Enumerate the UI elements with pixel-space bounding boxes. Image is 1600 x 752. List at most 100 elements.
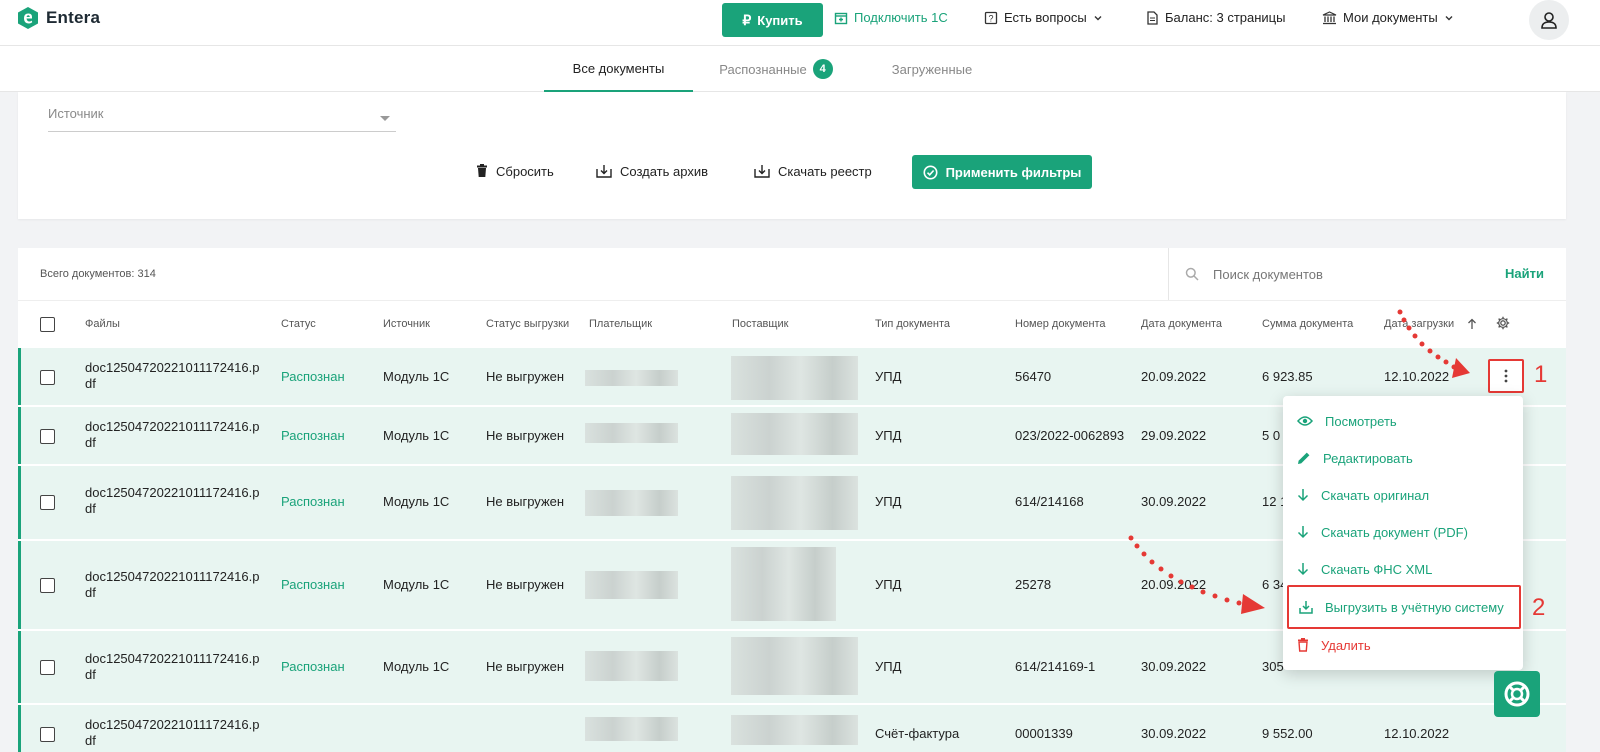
arrow-down-icon xyxy=(1297,563,1309,576)
file-name[interactable]: doc12504720221011172416.pdf xyxy=(85,485,260,517)
column-header[interactable]: Файлы xyxy=(85,318,120,330)
create-archive-button[interactable]: Создать архив xyxy=(596,154,708,188)
file-name[interactable]: doc12504720221011172416.pdf xyxy=(85,569,260,601)
reset-button[interactable]: Сбросить xyxy=(476,154,554,188)
file-name[interactable]: doc12504720221011172416.pdf xyxy=(85,360,260,392)
menu-item-view[interactable]: Посмотреть xyxy=(1297,404,1523,438)
type-cell: УПД xyxy=(875,369,902,384)
balance-link[interactable]: Баланс: 3 страницы xyxy=(1146,10,1285,25)
menu-item-label: Удалить xyxy=(1321,637,1371,653)
trash-icon xyxy=(1298,638,1308,652)
menu-item-download-xml[interactable]: Скачать ФНС XML xyxy=(1297,552,1523,586)
more-vertical-icon xyxy=(1504,369,1508,383)
export-status-cell: Не выгружен xyxy=(486,577,565,592)
supplier-redacted xyxy=(731,547,836,621)
download-registry-button[interactable]: Скачать реестр xyxy=(754,154,872,188)
menu-item-download-original[interactable]: Скачать оригинал xyxy=(1297,478,1523,512)
row-actions-menu: Посмотреть Редактировать Скачать оригина… xyxy=(1283,396,1523,670)
menu-item-label: Редактировать xyxy=(1323,450,1413,466)
menu-item-label: Скачать оригинал xyxy=(1321,487,1430,503)
source-cell: Модуль 1С xyxy=(383,659,450,674)
table-header: Файлы Статус Источник Статус выгрузки Пл… xyxy=(18,300,1566,347)
date-cell: 30.09.2022 xyxy=(1141,726,1207,741)
export-status-cell: Не выгружен xyxy=(486,494,565,509)
source-cell: Модуль 1С xyxy=(383,369,450,384)
payer-redacted xyxy=(585,423,678,443)
row-checkbox[interactable] xyxy=(40,495,55,510)
file-name[interactable]: doc12504720221011172416.pdf xyxy=(85,651,260,683)
column-header[interactable]: Поставщик xyxy=(732,318,788,330)
column-header[interactable]: Тип документа xyxy=(875,318,950,330)
source-select[interactable]: Источник xyxy=(48,102,396,132)
column-header[interactable]: Статус xyxy=(281,318,316,330)
arrow-down-icon xyxy=(1297,489,1309,502)
search-bar: Найти xyxy=(1168,248,1566,300)
file-name[interactable]: doc12504720221011172416.pdf xyxy=(85,717,260,749)
export-status-cell: Не выгружен xyxy=(486,428,565,443)
menu-item-download-pdf[interactable]: Скачать документ (PDF) xyxy=(1297,515,1523,549)
column-header[interactable]: Статус выгрузки xyxy=(486,318,569,330)
tab-label: Все документы xyxy=(572,60,665,76)
chevron-down-icon xyxy=(1094,15,1102,20)
connect-1c-label: Подключить 1С xyxy=(854,10,948,25)
supplier-redacted xyxy=(731,637,858,695)
type-cell: УПД xyxy=(875,428,902,443)
payer-redacted xyxy=(585,490,678,516)
total-count: Всего документов: 314 xyxy=(40,268,156,280)
type-cell: УПД xyxy=(875,577,902,592)
buy-button[interactable]: ₽ Купить xyxy=(722,3,823,37)
entera-logo-icon xyxy=(18,7,38,29)
user-avatar[interactable] xyxy=(1529,0,1569,40)
user-icon xyxy=(1541,12,1557,29)
menu-item-export-to-accounting[interactable]: Выгрузить в учётную систему xyxy=(1287,585,1521,629)
sum-cell: 5 0 xyxy=(1262,428,1281,443)
tab-recognized[interactable]: Распознанные 4 xyxy=(706,46,846,92)
search-button[interactable]: Найти xyxy=(1505,266,1544,281)
my-documents-menu[interactable]: Мои документы xyxy=(1322,10,1454,25)
download-tray-icon xyxy=(754,165,770,178)
menu-item-edit[interactable]: Редактировать xyxy=(1297,441,1523,475)
questions-menu[interactable]: ? Есть вопросы xyxy=(984,10,1103,25)
column-header[interactable]: Номер документа xyxy=(1015,318,1106,330)
row-checkbox[interactable] xyxy=(40,429,55,444)
questions-label: Есть вопросы xyxy=(1004,10,1087,25)
balance-label: Баланс: 3 страницы xyxy=(1165,10,1286,25)
number-cell: 56470 xyxy=(1015,369,1052,384)
create-archive-label: Создать архив xyxy=(620,163,708,179)
select-all-checkbox[interactable] xyxy=(40,317,55,332)
apply-filters-button[interactable]: Применить фильтры xyxy=(912,155,1092,189)
export-status-cell: Не выгружен xyxy=(486,659,565,674)
file-name[interactable]: doc12504720221011172416.pdf xyxy=(85,419,260,451)
date-cell: 30.09.2022 xyxy=(1141,659,1207,674)
row-checkbox[interactable] xyxy=(40,660,55,675)
status-cell: Распознан xyxy=(281,428,345,443)
tab-uploaded[interactable]: Загруженные xyxy=(880,46,984,92)
table-row[interactable]: doc12504720221011172416.pdf Счёт-фактура… xyxy=(18,704,1566,752)
gear-icon[interactable] xyxy=(1496,316,1510,330)
trash-icon xyxy=(477,164,487,177)
supplier-redacted xyxy=(731,413,858,455)
menu-item-label: Выгрузить в учётную систему xyxy=(1325,599,1504,615)
column-header[interactable]: Источник xyxy=(383,318,430,330)
number-cell: 023/2022-0062893 xyxy=(1015,428,1125,443)
row-checkbox[interactable] xyxy=(40,578,55,593)
source-cell: Модуль 1С xyxy=(383,577,450,592)
column-header[interactable]: Плательщик xyxy=(589,318,652,330)
number-cell: 00001339 xyxy=(1015,726,1073,741)
connect-1c-link[interactable]: Подключить 1С xyxy=(834,10,948,25)
menu-item-delete[interactable]: Удалить xyxy=(1297,628,1523,662)
row-actions-button[interactable] xyxy=(1488,359,1524,393)
filters-panel: Источник Сбросить Создать архив Скачать … xyxy=(18,92,1566,219)
row-checkbox[interactable] xyxy=(40,370,55,385)
column-header[interactable]: Дата документа xyxy=(1141,318,1222,330)
search-input[interactable] xyxy=(1213,260,1463,288)
logo[interactable]: Entera xyxy=(18,7,100,29)
reset-label: Сбросить xyxy=(496,163,554,179)
tab-label: Распознанные xyxy=(719,61,807,77)
column-header[interactable]: Сумма документа xyxy=(1262,318,1353,330)
row-checkbox[interactable] xyxy=(40,727,55,742)
document-tabs: Все документы Распознанные 4 Загруженные xyxy=(0,46,1600,92)
annotation-marker-1: 1 xyxy=(1534,361,1548,388)
tab-all-documents[interactable]: Все документы xyxy=(544,46,693,92)
help-button[interactable] xyxy=(1494,671,1540,717)
